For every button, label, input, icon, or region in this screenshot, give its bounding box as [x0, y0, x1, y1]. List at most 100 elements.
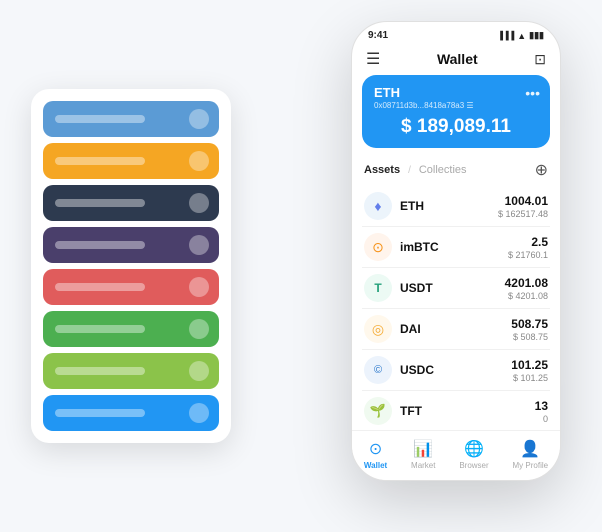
status-bar: 9:41 ▐▐▐ ▲ ▮▮▮ [352, 22, 560, 45]
tab-collecties[interactable]: Collecties [419, 164, 467, 176]
usdt-name: USDT [400, 281, 433, 295]
card-label-2 [55, 157, 145, 165]
asset-right-usdt: 4201.08 $ 4201.08 [505, 276, 548, 301]
asset-right-eth: 1004.01 $ 162517.48 [498, 194, 548, 219]
balance-amount: 189,089.11 [417, 116, 511, 137]
market-nav-icon: 📊 [413, 439, 433, 459]
browser-nav-icon: 🌐 [464, 439, 484, 459]
tab-sep: / [408, 165, 411, 176]
add-asset-icon[interactable]: ⊕ [535, 160, 548, 180]
bottom-nav: ⊙ Wallet 📊 Market 🌐 Browser 👤 My Profile [352, 430, 560, 480]
card-row-6[interactable] [43, 311, 219, 347]
nav-browser[interactable]: 🌐 Browser [459, 439, 488, 470]
status-time: 9:41 [368, 30, 388, 41]
card-icon-7 [189, 361, 209, 381]
dai-icon: ◎ [364, 315, 392, 343]
asset-item-usdt[interactable]: T USDT 4201.08 $ 4201.08 [362, 268, 550, 309]
card-label-8 [55, 409, 145, 417]
card-icon-3 [189, 193, 209, 213]
tft-icon: 🌱 [364, 397, 392, 425]
tab-assets[interactable]: Assets [364, 164, 400, 176]
dai-value: $ 508.75 [511, 332, 548, 342]
battery-icon: ▮▮▮ [529, 30, 544, 41]
imbtc-icon: ⊙ [364, 233, 392, 261]
nav-profile[interactable]: 👤 My Profile [513, 439, 549, 470]
card-stack [31, 89, 231, 443]
hero-card: ETH 0x08711d3b...8418a78a3 ☰ ••• $ 189,0… [362, 75, 550, 148]
tft-amount: 13 [535, 399, 548, 413]
asset-right-imbtc: 2.5 $ 21760.1 [508, 235, 548, 260]
asset-left-imbtc: ⊙ imBTC [364, 233, 439, 261]
card-label-5 [55, 283, 145, 291]
usdc-name: USDC [400, 363, 434, 377]
wallet-nav-label: Wallet [364, 461, 387, 470]
status-icons: ▐▐▐ ▲ ▮▮▮ [497, 30, 544, 41]
asset-left-usdc: © USDC [364, 356, 434, 384]
card-label-3 [55, 199, 145, 207]
card-row-4[interactable] [43, 227, 219, 263]
balance-prefix: $ [401, 116, 412, 137]
asset-item-eth[interactable]: ♦ ETH 1004.01 $ 162517.48 [362, 186, 550, 227]
card-row-2[interactable] [43, 143, 219, 179]
card-row-3[interactable] [43, 185, 219, 221]
card-row-1[interactable] [43, 101, 219, 137]
phone: 9:41 ▐▐▐ ▲ ▮▮▮ ☰ Wallet ⊡ ETH 0x08711d3b… [351, 21, 561, 481]
usdc-amount: 101.25 [511, 358, 548, 372]
nav-title: Wallet [437, 51, 478, 67]
usdt-amount: 4201.08 [505, 276, 548, 290]
card-icon-2 [189, 151, 209, 171]
card-icon-1 [189, 109, 209, 129]
card-row-5[interactable] [43, 269, 219, 305]
eth-name: ETH [400, 199, 424, 213]
wifi-icon: ▲ [517, 31, 526, 41]
dai-name: DAI [400, 322, 421, 336]
asset-list: ♦ ETH 1004.01 $ 162517.48 ⊙ imBTC 2.5 $ … [352, 186, 560, 430]
wallet-nav-icon: ⊙ [369, 439, 382, 459]
hero-token: ETH [374, 85, 538, 100]
signal-icon: ▐▐▐ [497, 31, 514, 40]
asset-left-usdt: T USDT [364, 274, 433, 302]
usdc-value: $ 101.25 [511, 373, 548, 383]
nav-bar: ☰ Wallet ⊡ [352, 45, 560, 75]
usdt-icon: T [364, 274, 392, 302]
asset-item-usdc[interactable]: © USDC 101.25 $ 101.25 [362, 350, 550, 391]
card-icon-4 [189, 235, 209, 255]
assets-header: Assets / Collecties ⊕ [352, 156, 560, 184]
tft-name: TFT [400, 404, 422, 418]
usdt-value: $ 4201.08 [505, 291, 548, 301]
nav-market[interactable]: 📊 Market [411, 439, 435, 470]
card-row-7[interactable] [43, 353, 219, 389]
hero-address: 0x08711d3b...8418a78a3 ☰ [374, 101, 538, 110]
asset-left-eth: ♦ ETH [364, 192, 424, 220]
scan-icon[interactable]: ⊡ [534, 51, 546, 68]
assets-tabs: Assets / Collecties [364, 164, 467, 176]
card-label-6 [55, 325, 145, 333]
nav-wallet[interactable]: ⊙ Wallet [364, 439, 387, 470]
imbtc-amount: 2.5 [508, 235, 548, 249]
card-icon-8 [189, 403, 209, 423]
profile-nav-icon: 👤 [520, 439, 540, 459]
card-label-4 [55, 241, 145, 249]
menu-icon[interactable]: ☰ [366, 49, 380, 69]
card-label-7 [55, 367, 145, 375]
card-icon-6 [189, 319, 209, 339]
eth-amount: 1004.01 [498, 194, 548, 208]
eth-icon: ♦ [364, 192, 392, 220]
market-nav-label: Market [411, 461, 435, 470]
asset-right-dai: 508.75 $ 508.75 [511, 317, 548, 342]
asset-left-dai: ◎ DAI [364, 315, 421, 343]
asset-item-dai[interactable]: ◎ DAI 508.75 $ 508.75 [362, 309, 550, 350]
scene: 9:41 ▐▐▐ ▲ ▮▮▮ ☰ Wallet ⊡ ETH 0x08711d3b… [21, 21, 581, 511]
dai-amount: 508.75 [511, 317, 548, 331]
asset-item-imbtc[interactable]: ⊙ imBTC 2.5 $ 21760.1 [362, 227, 550, 268]
eth-value: $ 162517.48 [498, 209, 548, 219]
asset-right-tft: 13 0 [535, 399, 548, 424]
imbtc-value: $ 21760.1 [508, 250, 548, 260]
card-row-8[interactable] [43, 395, 219, 431]
hero-menu-icon[interactable]: ••• [525, 85, 540, 101]
asset-left-tft: 🌱 TFT [364, 397, 422, 425]
imbtc-name: imBTC [400, 240, 439, 254]
browser-nav-label: Browser [459, 461, 488, 470]
tft-value: 0 [535, 414, 548, 424]
asset-item-tft[interactable]: 🌱 TFT 13 0 [362, 391, 550, 430]
